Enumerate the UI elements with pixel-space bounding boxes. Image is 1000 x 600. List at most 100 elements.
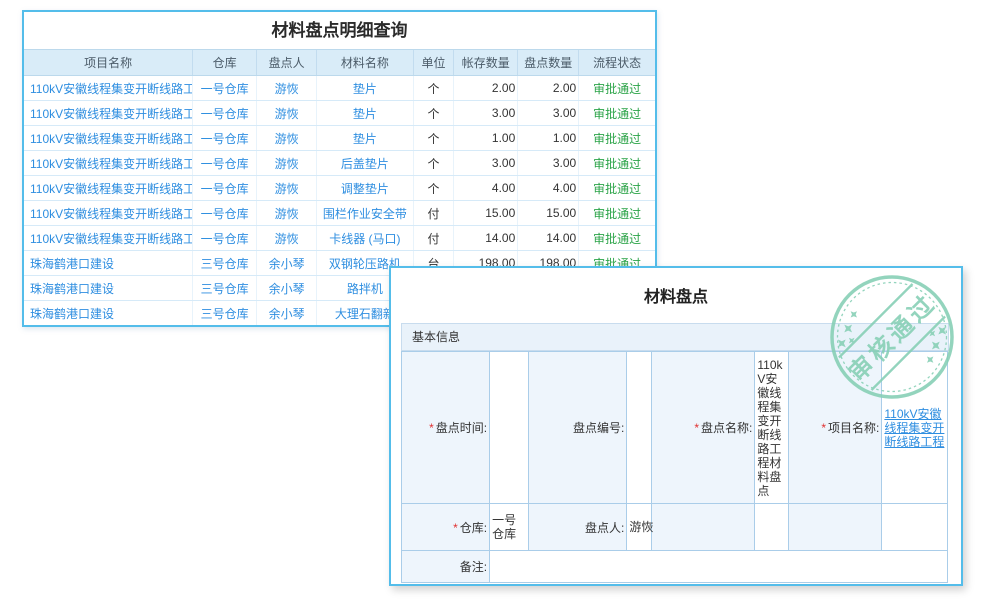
cell-project[interactable]: 珠海鹤港口建设 <box>24 276 193 301</box>
cell-warehouse: 三号仓库 <box>193 301 257 326</box>
table-row: 110kV安徽线程集变开断线路工程 一号仓库 游恢 调整垫片 个 4.00 4.… <box>24 176 655 201</box>
inventory-code-field <box>627 352 652 504</box>
inventory-name-label: *盘点名称: <box>651 352 754 504</box>
cell-unit: 付 <box>413 226 454 251</box>
cell-unit: 个 <box>413 76 454 101</box>
cell-status[interactable]: 审批通过 <box>579 176 655 201</box>
page: 材料盘点明细查询 项目名称 仓库 盘点人 材料名称 单位 帐存数量 盘点数量 流… <box>0 0 1000 600</box>
required-mark: * <box>453 521 458 535</box>
inventory-time-label: *盘点时间: <box>402 352 490 504</box>
cell-count-qty: 3.00 <box>518 101 579 126</box>
cell-material: 围栏作业安全带 <box>317 201 414 226</box>
table-row: 110kV安徽线程集变开断线路工程 一号仓库 游恢 围栏作业安全带 付 15.0… <box>24 201 655 226</box>
cell-project[interactable]: 110kV安徽线程集变开断线路工程 <box>24 76 193 101</box>
cell-warehouse: 三号仓库 <box>193 251 257 276</box>
cell-warehouse: 一号仓库 <box>193 226 257 251</box>
cell-warehouse: 一号仓库 <box>193 201 257 226</box>
cell-warehouse: 一号仓库 <box>193 151 257 176</box>
cell-material: 调整垫片 <box>317 176 414 201</box>
cell-warehouse: 一号仓库 <box>193 126 257 151</box>
cell-unit: 个 <box>413 101 454 126</box>
cell-person: 余小琴 <box>257 276 317 301</box>
cell-material: 卡线器 (马口) <box>317 226 414 251</box>
warehouse-label: *仓库: <box>402 504 490 551</box>
inventory-code-label: 盘点编号: <box>529 352 627 504</box>
cell-warehouse: 三号仓库 <box>193 276 257 301</box>
cell-project[interactable]: 珠海鹤港口建设 <box>24 251 193 276</box>
inventory-time-field <box>490 352 529 504</box>
cell-status[interactable]: 审批通过 <box>579 76 655 101</box>
empty-value-cell <box>882 504 948 551</box>
cell-project[interactable]: 110kV安徽线程集变开断线路工程 <box>24 201 193 226</box>
project-name-label: *项目名称: <box>789 352 882 504</box>
cell-project[interactable]: 110kV安徽线程集变开断线路工程 <box>24 176 193 201</box>
cell-count-qty: 14.00 <box>518 226 579 251</box>
col-header-material: 材料名称 <box>317 50 414 76</box>
cell-unit: 个 <box>413 126 454 151</box>
cell-warehouse: 一号仓库 <box>193 176 257 201</box>
project-name-field: 110kV安徽线程集变开断线路工程 <box>882 352 948 504</box>
col-header-count-qty: 盘点数量 <box>518 50 579 76</box>
form-row-2: *仓库: 一号仓库 盘点人: 游恢 <box>402 504 948 551</box>
table-row: 110kV安徽线程集变开断线路工程 一号仓库 游恢 后盖垫片 个 3.00 3.… <box>24 151 655 176</box>
cell-count-qty: 2.00 <box>518 76 579 101</box>
cell-project[interactable]: 110kV安徽线程集变开断线路工程 <box>24 126 193 151</box>
cell-person: 游恢 <box>257 76 317 101</box>
table-row: 110kV安徽线程集变开断线路工程 一号仓库 游恢 垫片 个 2.00 2.00… <box>24 76 655 101</box>
empty-label-cell <box>789 504 882 551</box>
cell-status[interactable]: 审批通过 <box>579 151 655 176</box>
cell-status[interactable]: 审批通过 <box>579 226 655 251</box>
remark-field <box>490 551 948 583</box>
cell-project[interactable]: 110kV安徽线程集变开断线路工程 <box>24 226 193 251</box>
cell-warehouse: 一号仓库 <box>193 76 257 101</box>
person-field: 游恢 <box>627 504 652 551</box>
col-header-project: 项目名称 <box>24 50 193 76</box>
empty-label-cell <box>651 504 754 551</box>
col-header-status: 流程状态 <box>579 50 655 76</box>
query-table-header: 项目名称 仓库 盘点人 材料名称 单位 帐存数量 盘点数量 流程状态 <box>24 50 655 76</box>
table-row: 110kV安徽线程集变开断线路工程 一号仓库 游恢 卡线器 (马口) 付 14.… <box>24 226 655 251</box>
col-header-warehouse: 仓库 <box>193 50 257 76</box>
cell-unit: 付 <box>413 201 454 226</box>
cell-book-qty: 4.00 <box>454 176 518 201</box>
warehouse-field: 一号仓库 <box>490 504 529 551</box>
cell-book-qty: 15.00 <box>454 201 518 226</box>
cell-unit: 个 <box>413 176 454 201</box>
cell-status[interactable]: 审批通过 <box>579 126 655 151</box>
basic-info-section-header: 基本信息 <box>401 323 949 351</box>
cell-person: 游恢 <box>257 201 317 226</box>
cell-book-qty: 2.00 <box>454 76 518 101</box>
col-header-book-qty: 帐存数量 <box>454 50 518 76</box>
cell-project[interactable]: 110kV安徽线程集变开断线路工程 <box>24 151 193 176</box>
cell-material: 垫片 <box>317 101 414 126</box>
cell-count-qty: 1.00 <box>518 126 579 151</box>
table-row: 110kV安徽线程集变开断线路工程 一号仓库 游恢 垫片 个 3.00 3.00… <box>24 101 655 126</box>
cell-book-qty: 1.00 <box>454 126 518 151</box>
query-panel-title: 材料盘点明细查询 <box>24 12 655 49</box>
cell-person: 游恢 <box>257 151 317 176</box>
cell-project[interactable]: 珠海鹤港口建设 <box>24 301 193 326</box>
detail-panel-title: 材料盘点 <box>391 283 961 307</box>
required-mark: * <box>821 421 826 435</box>
table-row: 110kV安徽线程集变开断线路工程 一号仓库 游恢 垫片 个 1.00 1.00… <box>24 126 655 151</box>
cell-material: 后盖垫片 <box>317 151 414 176</box>
form-row-1: *盘点时间: 盘点编号: *盘点名称: 110kV安徽线程集变开断线路工程材料盘… <box>402 352 948 504</box>
cell-status[interactable]: 审批通过 <box>579 101 655 126</box>
cell-material: 垫片 <box>317 126 414 151</box>
form-row-3: 备注: <box>402 551 948 583</box>
required-mark: * <box>429 421 434 435</box>
project-link[interactable]: 110kV安徽线程集变开断线路工程 <box>884 407 944 449</box>
col-header-unit: 单位 <box>413 50 454 76</box>
cell-book-qty: 3.00 <box>454 101 518 126</box>
remark-label: 备注: <box>402 551 490 583</box>
empty-value-cell <box>755 504 789 551</box>
cell-count-qty: 15.00 <box>518 201 579 226</box>
detail-form: *盘点时间: 盘点编号: *盘点名称: 110kV安徽线程集变开断线路工程材料盘… <box>401 351 948 583</box>
cell-count-qty: 3.00 <box>518 151 579 176</box>
cell-person: 余小琴 <box>257 251 317 276</box>
cell-status[interactable]: 审批通过 <box>579 201 655 226</box>
cell-book-qty: 14.00 <box>454 226 518 251</box>
cell-project[interactable]: 110kV安徽线程集变开断线路工程 <box>24 101 193 126</box>
cell-person: 游恢 <box>257 101 317 126</box>
detail-panel: 材料盘点 基本信息 *盘点时间: 盘点编号: *盘点名称: 110kV安徽线程集… <box>389 266 963 586</box>
